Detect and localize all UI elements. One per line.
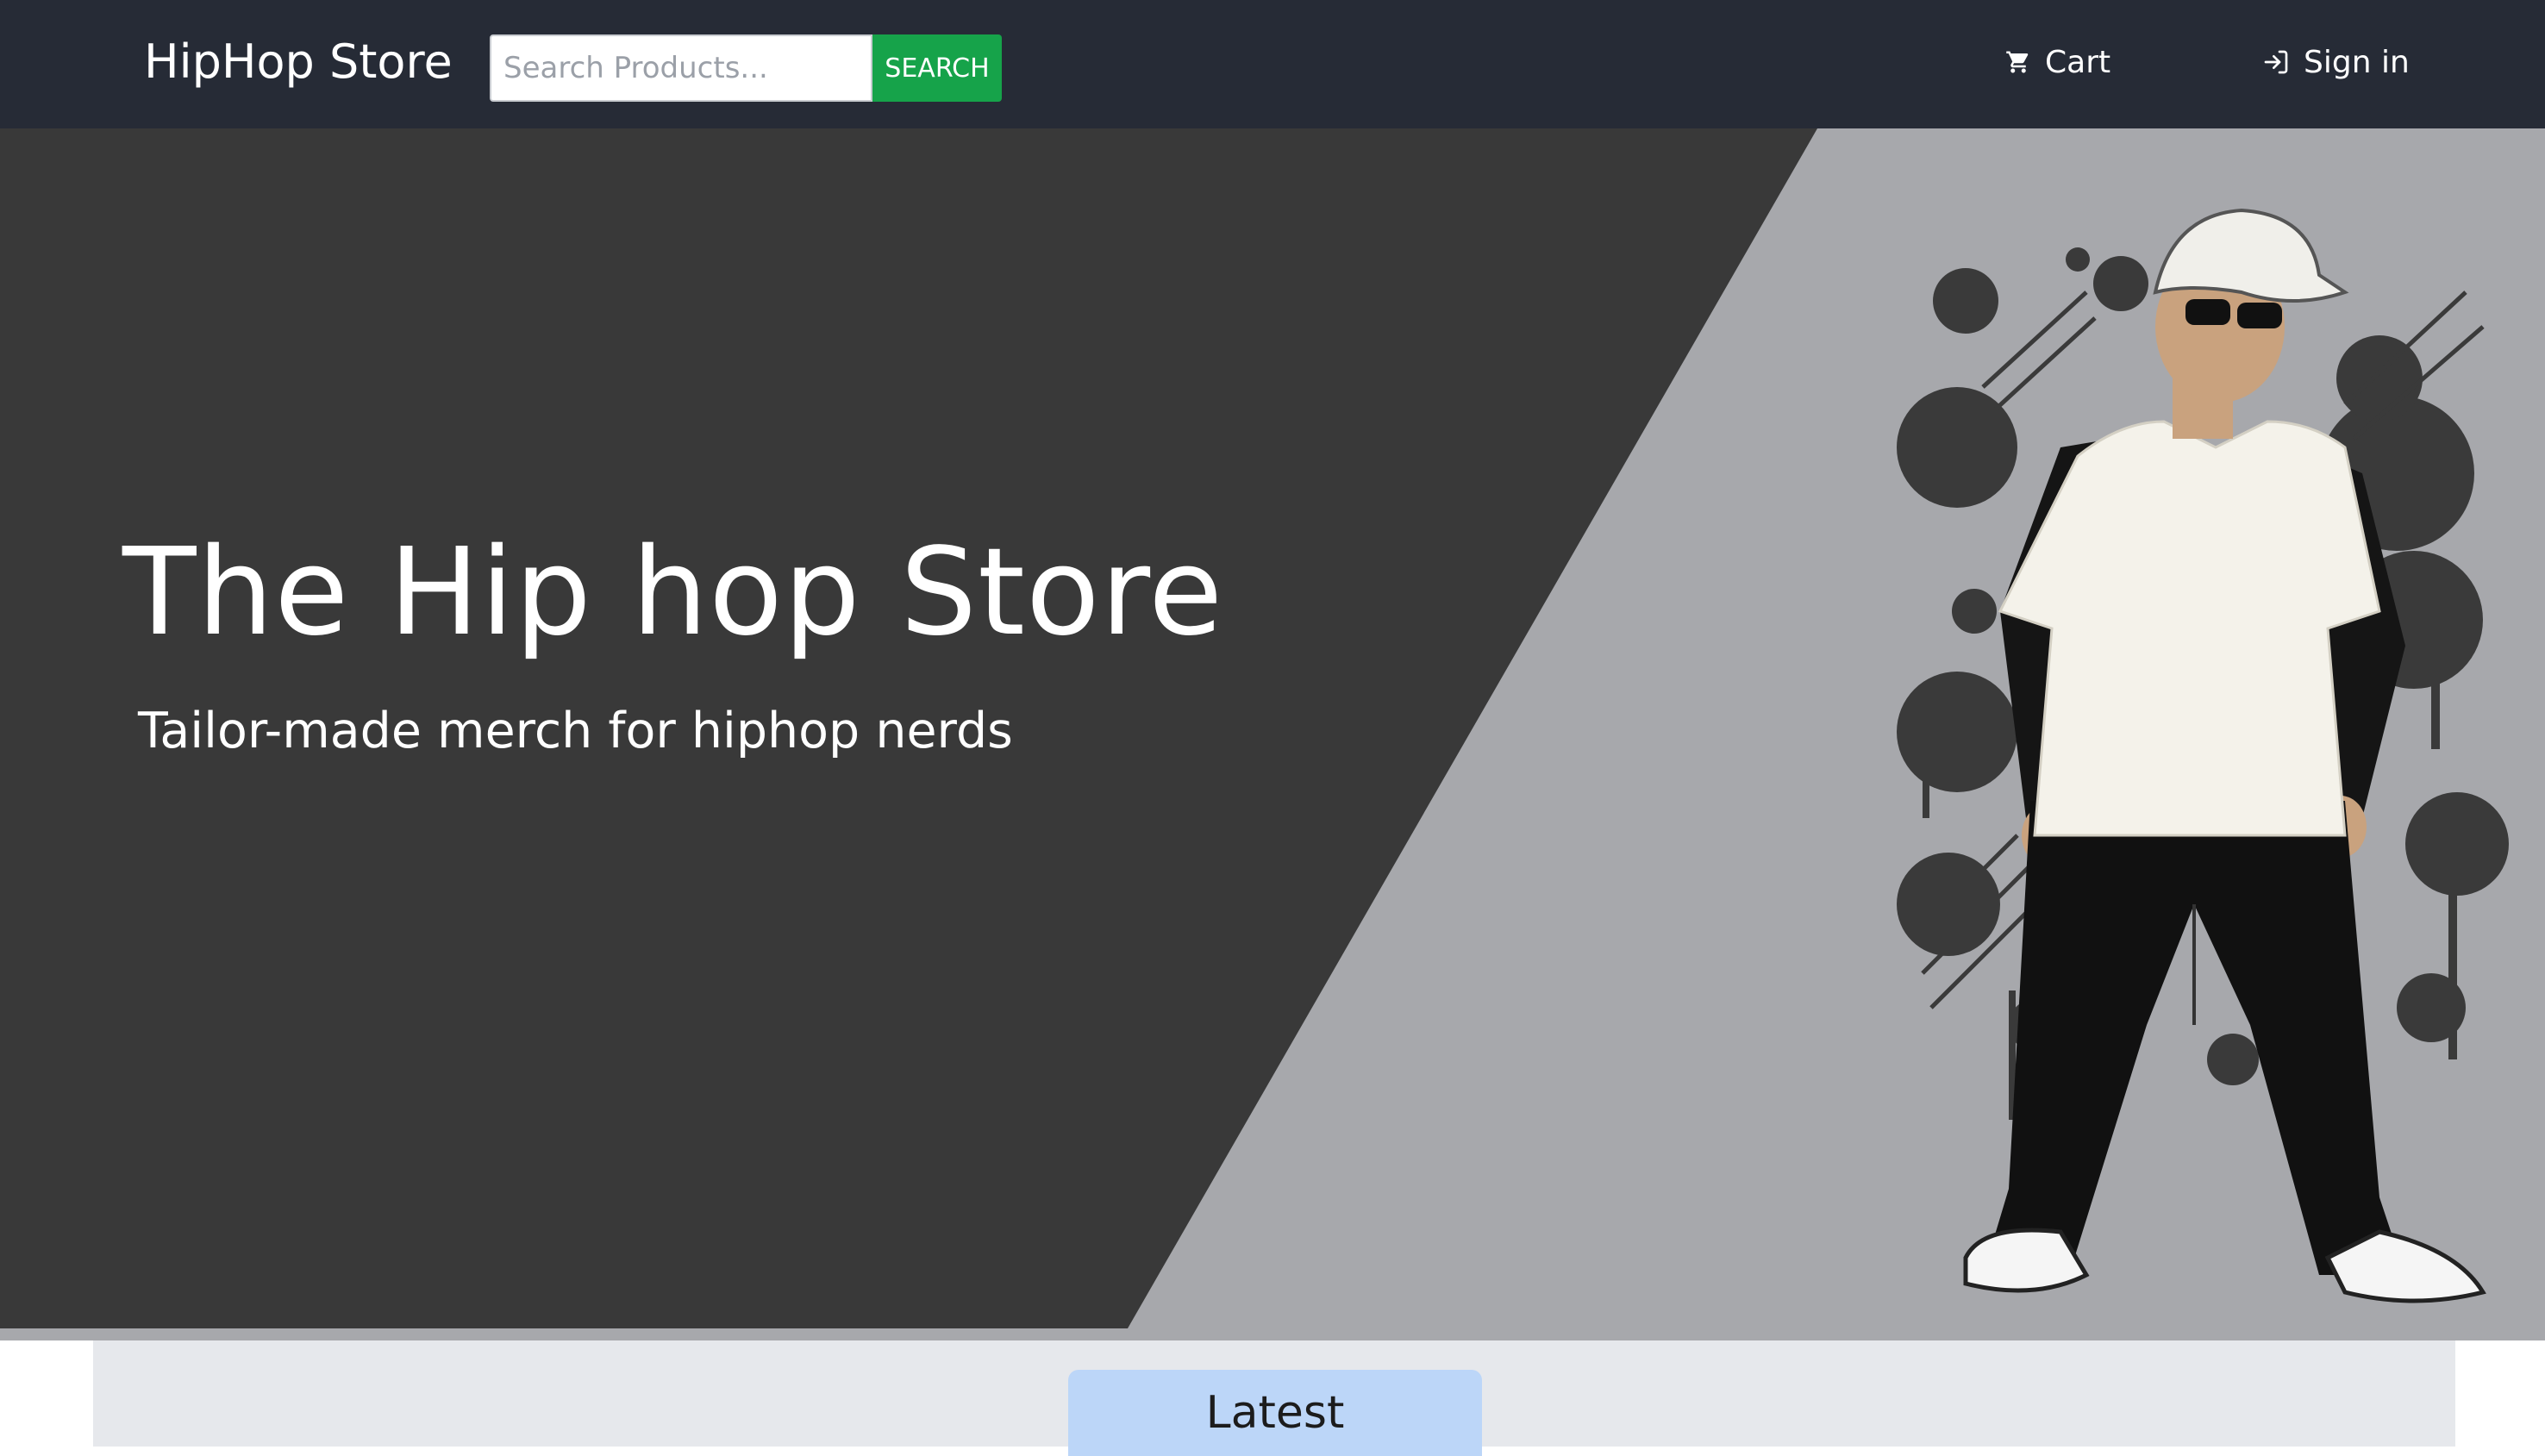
latest-section: Latest xyxy=(93,1340,2455,1456)
search-input[interactable] xyxy=(490,34,872,102)
hero-banner: The Hip hop Store Tailor-made merch for … xyxy=(0,128,2545,1340)
sign-in-label: Sign in xyxy=(2304,44,2410,80)
sign-in-link[interactable]: Sign in xyxy=(2262,34,2410,90)
top-navbar: HipHop Store SEARCH Cart Sign in xyxy=(0,0,2545,128)
search-button[interactable]: SEARCH xyxy=(872,34,1002,102)
cart-label: Cart xyxy=(2045,44,2111,80)
tab-latest[interactable]: Latest xyxy=(1068,1370,1482,1456)
sign-in-icon xyxy=(2262,48,2290,76)
cart-icon xyxy=(2005,49,2031,75)
hero-title: The Hip hop Store xyxy=(122,522,1224,663)
hiphop-figure-illustration xyxy=(1897,208,2509,1303)
hero-subtitle: Tailor-made merch for hiphop nerds xyxy=(138,703,1013,759)
brand-logo[interactable]: HipHop Store xyxy=(144,31,453,93)
cart-link[interactable]: Cart xyxy=(2005,34,2110,90)
search-form: SEARCH xyxy=(490,34,1002,102)
